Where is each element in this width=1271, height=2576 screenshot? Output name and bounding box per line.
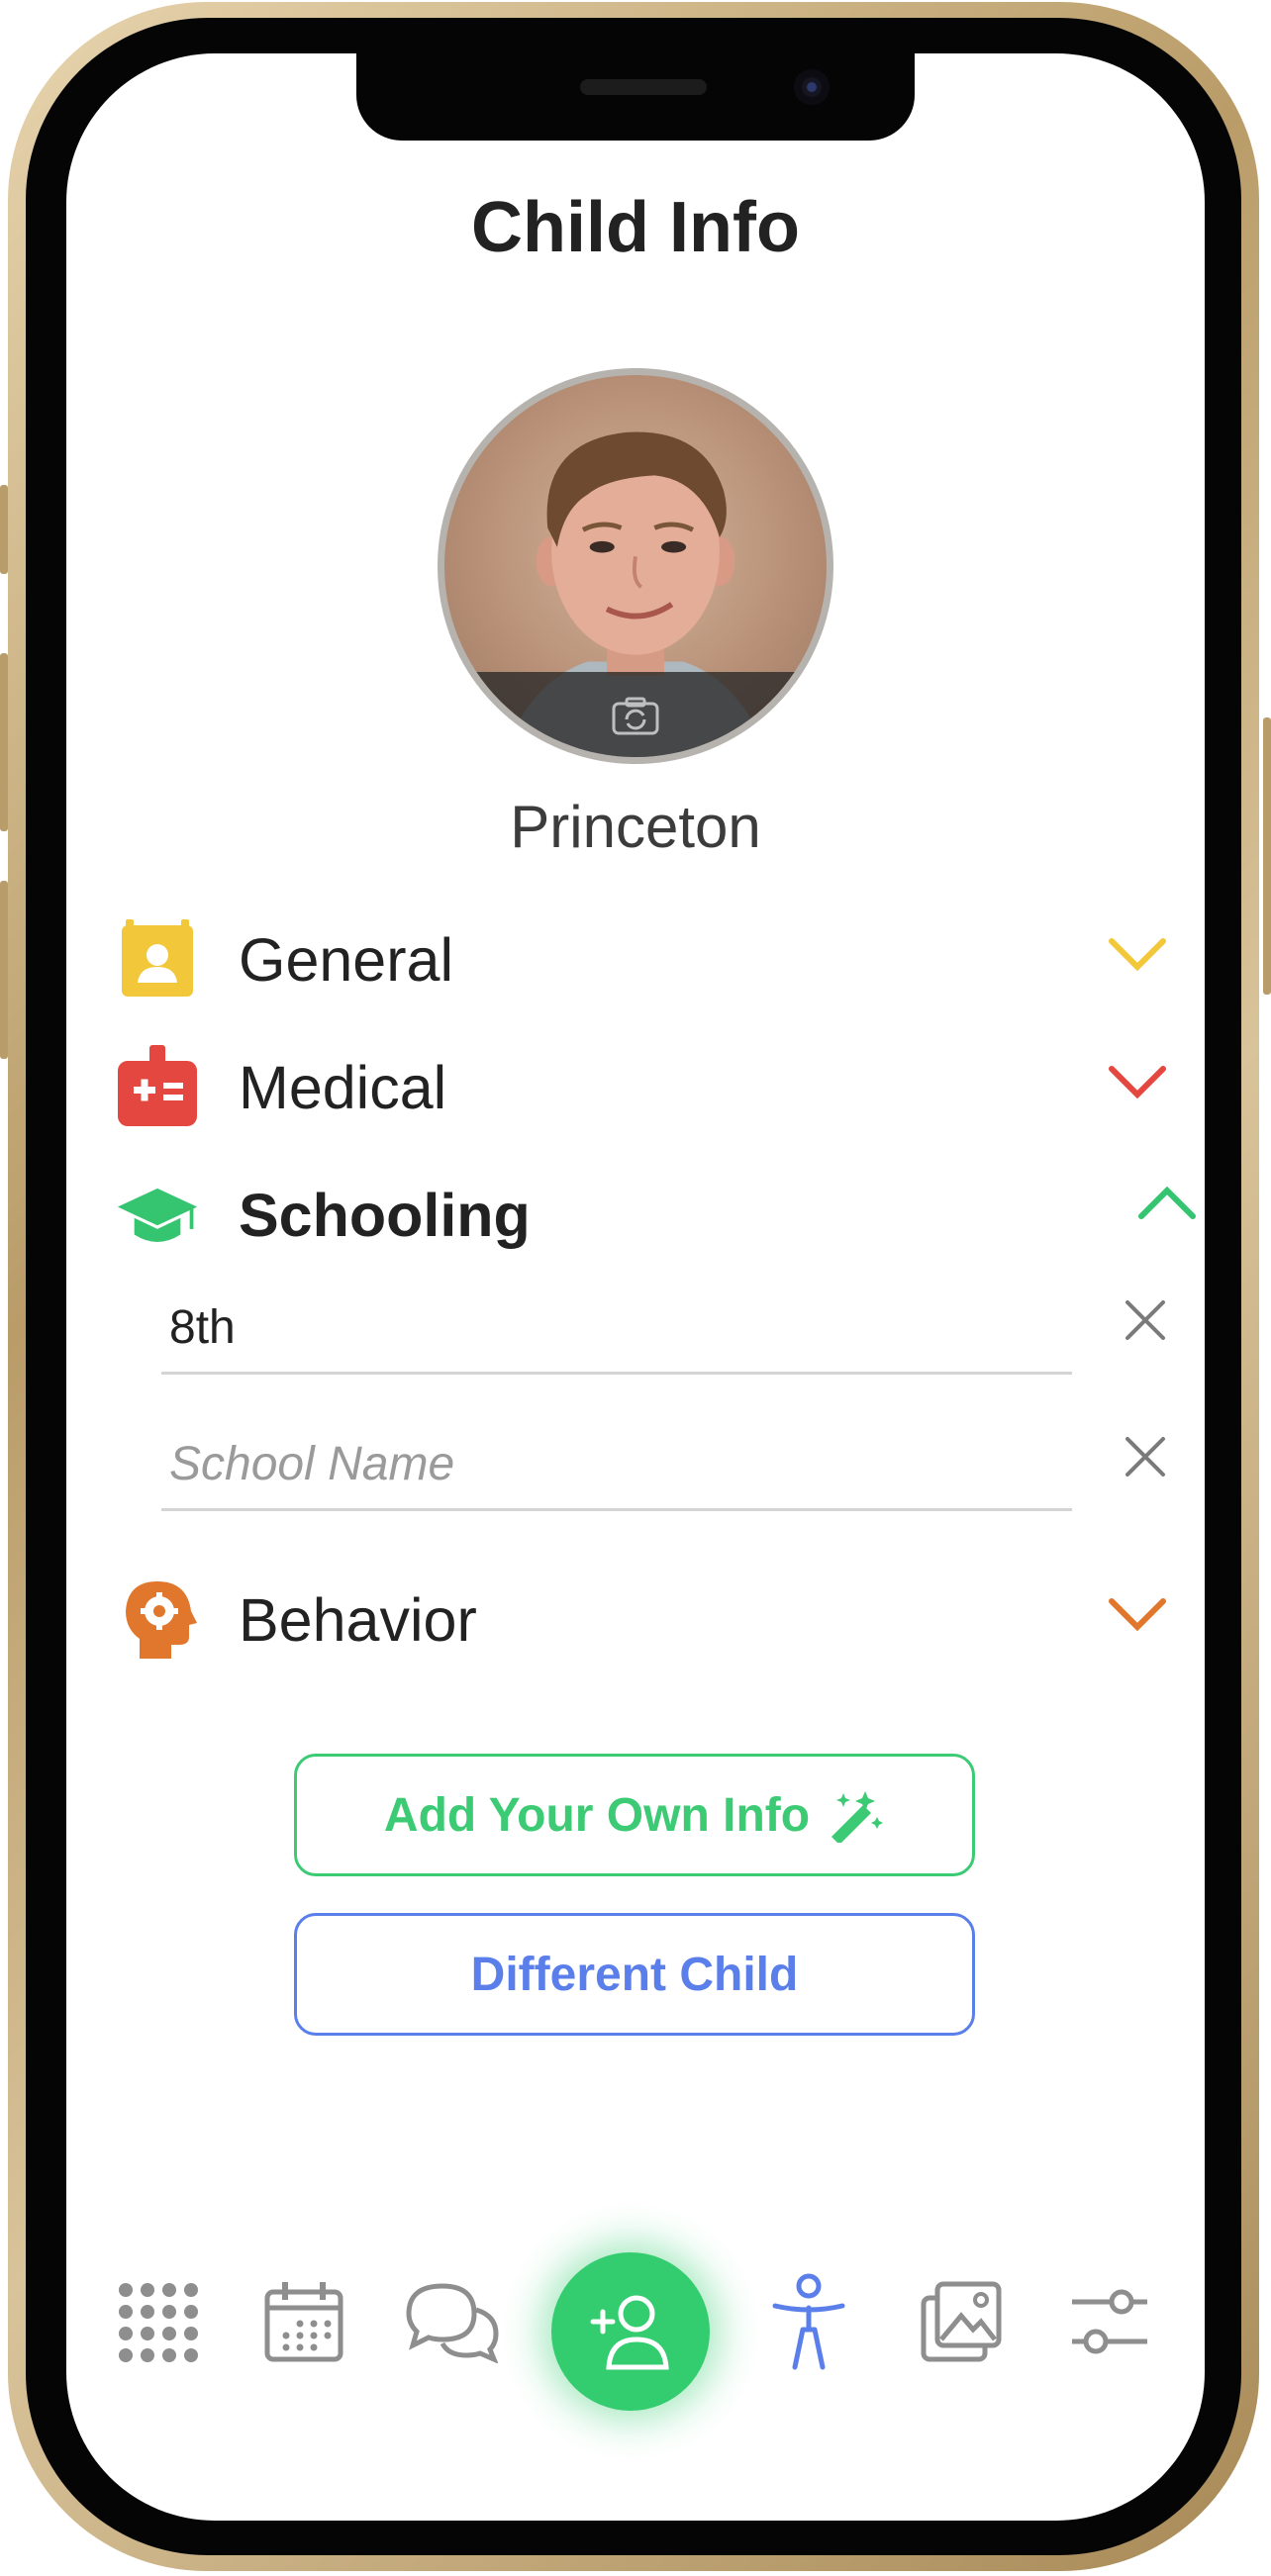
mute-switch bbox=[0, 485, 8, 574]
add-person-icon bbox=[590, 2295, 669, 2370]
chevron-up-icon[interactable] bbox=[1137, 1183, 1197, 1222]
calendar-icon[interactable] bbox=[262, 2280, 345, 2363]
grade-value[interactable]: 8th bbox=[169, 1300, 236, 1355]
chevron-down-icon[interactable] bbox=[1108, 1595, 1167, 1635]
volume-down-button bbox=[0, 881, 8, 1059]
id-badge-icon bbox=[122, 919, 193, 997]
child-avatar[interactable] bbox=[438, 368, 833, 764]
add-own-info-button[interactable]: Add Your Own Info bbox=[294, 1754, 975, 1876]
camera-switch-icon bbox=[612, 697, 659, 735]
section-label-medical: Medical bbox=[239, 1054, 447, 1121]
head-gear-icon bbox=[126, 1581, 197, 1659]
app-screen: Child Info Princeton General Medical Sch… bbox=[66, 53, 1205, 2521]
magic-wand-icon bbox=[831, 1791, 884, 1843]
bottom-nav bbox=[66, 2241, 1205, 2419]
add-own-info-label: Add Your Own Info bbox=[383, 1788, 811, 1842]
clear-school-name-icon[interactable] bbox=[1122, 1433, 1169, 1480]
different-child-label: Different Child bbox=[470, 1948, 799, 2001]
section-label-general: General bbox=[239, 926, 454, 994]
chevron-down-icon[interactable] bbox=[1108, 935, 1167, 975]
section-label-schooling: Schooling bbox=[239, 1182, 531, 1249]
section-general[interactable]: General bbox=[116, 907, 1175, 1006]
add-child-fab[interactable] bbox=[551, 2252, 710, 2411]
page-title: Child Info bbox=[471, 188, 800, 267]
chevron-down-icon[interactable] bbox=[1108, 1063, 1167, 1102]
section-label-behavior: Behavior bbox=[239, 1586, 477, 1654]
section-behavior[interactable]: Behavior bbox=[116, 1568, 1175, 1667]
school-name-placeholder[interactable]: School Name bbox=[169, 1437, 454, 1491]
change-photo-bar[interactable] bbox=[444, 672, 827, 757]
child-icon[interactable] bbox=[769, 2272, 848, 2371]
chat-icon[interactable] bbox=[405, 2280, 500, 2363]
different-child-button[interactable]: Different Child bbox=[294, 1913, 975, 2036]
child-name: Princeton bbox=[510, 794, 761, 860]
school-name-field[interactable]: School Name bbox=[161, 1419, 1165, 1511]
settings-sliders-icon[interactable] bbox=[1068, 2280, 1151, 2363]
earpiece-speaker bbox=[580, 79, 707, 95]
power-button bbox=[1263, 717, 1271, 995]
medical-kit-icon bbox=[118, 1045, 197, 1126]
front-camera bbox=[794, 69, 830, 105]
graduation-cap-icon bbox=[117, 1188, 198, 1242]
section-medical[interactable]: Medical bbox=[116, 1035, 1175, 1134]
grade-field[interactable]: 8th bbox=[161, 1283, 1165, 1375]
apps-grid-icon[interactable] bbox=[116, 2280, 199, 2363]
section-schooling[interactable]: Schooling bbox=[116, 1163, 1196, 1262]
volume-up-button bbox=[0, 653, 8, 831]
notch bbox=[356, 53, 915, 141]
gallery-icon[interactable] bbox=[920, 2280, 1003, 2363]
clear-grade-icon[interactable] bbox=[1122, 1296, 1169, 1344]
